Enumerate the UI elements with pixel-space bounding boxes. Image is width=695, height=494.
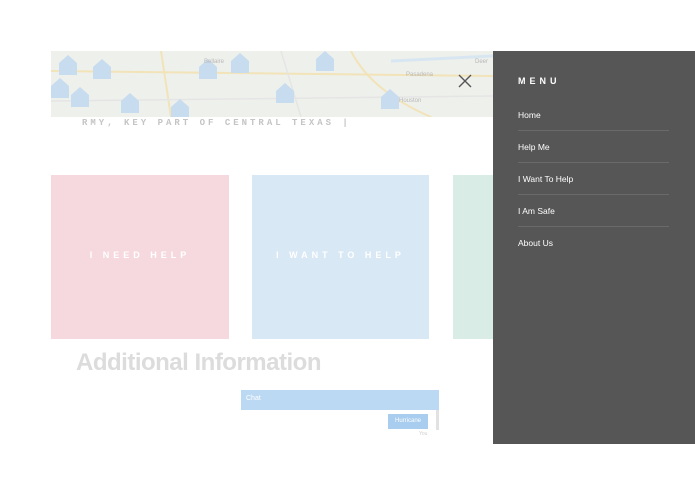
chat-widget-header[interactable]: Chat xyxy=(241,390,439,410)
want-help-label: I WANT TO HELP xyxy=(276,250,405,260)
menu-item-about-us[interactable]: About Us xyxy=(518,227,669,259)
need-help-label: I NEED HELP xyxy=(89,250,191,260)
chat-title: Chat xyxy=(246,395,261,402)
map-graphic xyxy=(51,51,493,117)
menu-item-i-am-safe[interactable]: I Am Safe xyxy=(518,195,669,227)
map-label: Bellaire xyxy=(204,59,225,65)
close-menu-button[interactable] xyxy=(456,72,474,90)
map-label: Deer xyxy=(475,59,489,65)
chat-message-bubble: Hurricane xyxy=(388,414,428,429)
menu-item-i-want-to-help[interactable]: I Want To Help xyxy=(518,163,669,195)
close-icon xyxy=(458,74,472,88)
menu-item-home[interactable]: Home xyxy=(518,99,669,131)
menu-list: Home Help Me I Want To Help I Am Safe Ab… xyxy=(518,99,669,259)
additional-info-heading: Additional Information xyxy=(76,349,321,376)
third-tile[interactable] xyxy=(453,175,493,339)
map-banner: Bellaire Pasadena Houston Deer xyxy=(51,51,493,117)
map-label: Houston xyxy=(399,98,422,104)
side-menu: MENU Home Help Me I Want To Help I Am Sa… xyxy=(493,51,695,444)
map-label: Pasadena xyxy=(406,72,434,78)
chat-scrollbar xyxy=(436,410,439,430)
chat-message-meta: You xyxy=(419,431,428,437)
menu-item-help-me[interactable]: Help Me xyxy=(518,131,669,163)
want-help-tile[interactable]: I WANT TO HELP xyxy=(252,175,429,339)
hero-tagline: RMY, KEY PART OF CENTRAL TEXAS | xyxy=(82,118,351,128)
need-help-tile[interactable]: I NEED HELP xyxy=(51,175,229,339)
menu-title: MENU xyxy=(518,76,561,86)
